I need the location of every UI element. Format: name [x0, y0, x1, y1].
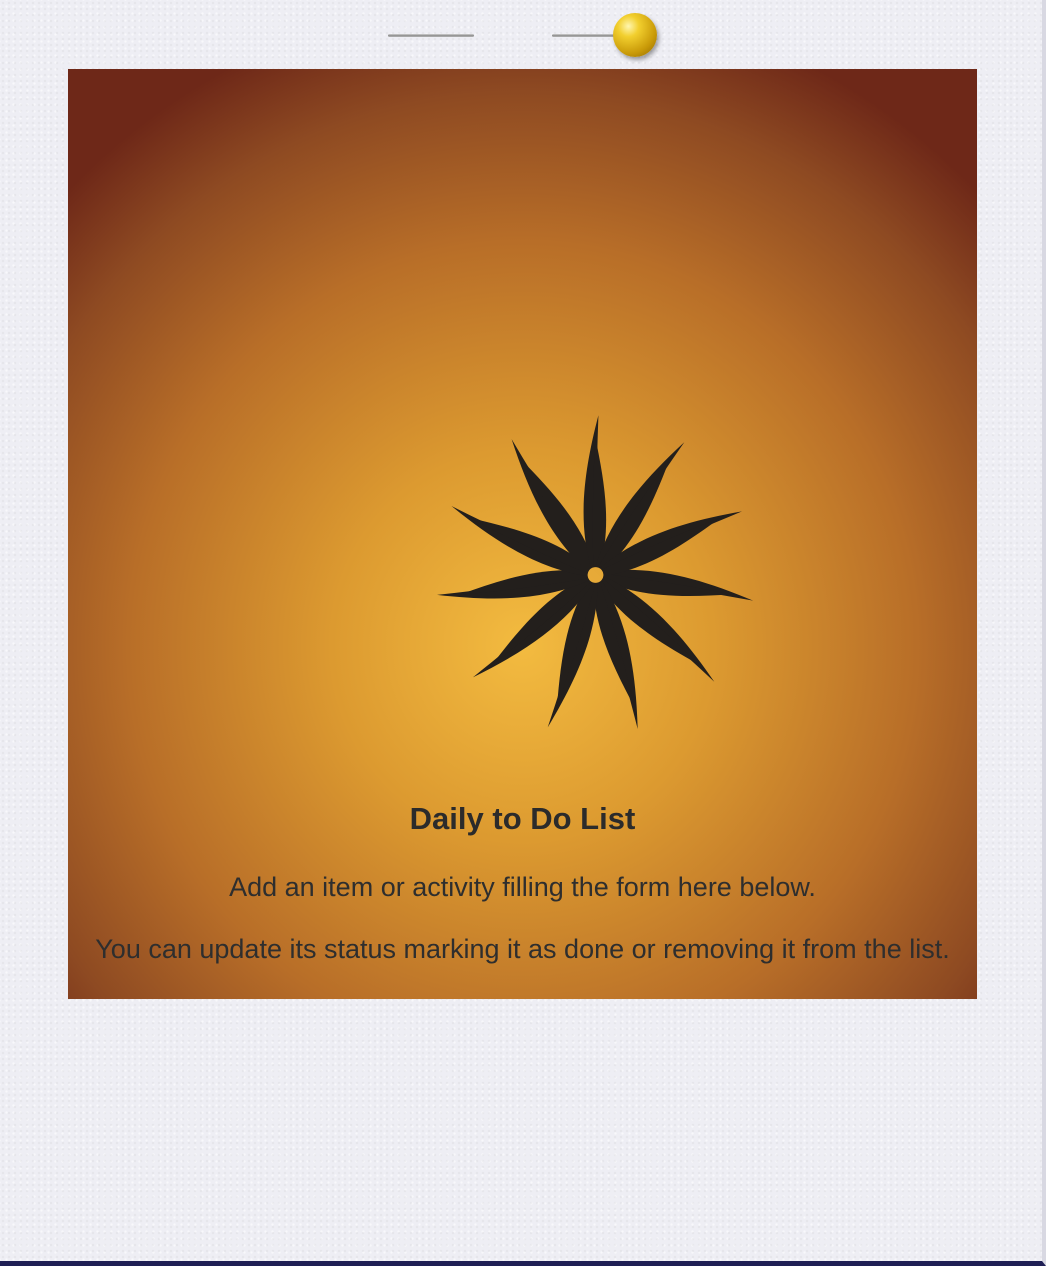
page-title: Daily to Do List [409, 801, 636, 836]
pin-needle-right [552, 34, 620, 37]
description-line-2: You can update its status marking it as … [95, 934, 950, 964]
pin-needle-left [388, 34, 474, 37]
polaroid-frame: Daily to Do List Add an item or activity… [0, 0, 1046, 1266]
photo-area: Daily to Do List Add an item or activity… [68, 69, 977, 999]
pushpin-icon [613, 13, 657, 57]
description-line-1: Add an item or activity filling the form… [229, 872, 816, 902]
sun-icon [437, 415, 754, 730]
